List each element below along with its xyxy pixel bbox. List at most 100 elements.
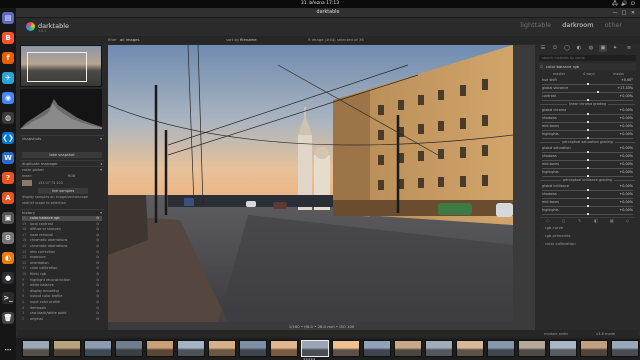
- history-item[interactable]: 7 display encoding ⏻: [22, 289, 102, 294]
- history-item[interactable]: 10 filmic rgb ⏻: [22, 272, 102, 277]
- off-icon[interactable]: ○: [546, 218, 550, 223]
- filmstrip-thumbnail[interactable]: [146, 340, 174, 357]
- filmstrip-thumbnail[interactable]: [518, 340, 546, 357]
- active-modules-icon[interactable]: ⏻: [551, 45, 559, 52]
- quick-access-icon[interactable]: ☰: [539, 45, 547, 52]
- history-item[interactable]: 5 input color profile ⏻: [22, 300, 102, 305]
- presets-menu-icon[interactable]: ≡: [625, 45, 633, 52]
- uniform-icon[interactable]: ◻: [562, 218, 565, 223]
- tone-modules-icon[interactable]: ◐: [575, 45, 583, 52]
- slider-knob[interactable]: [586, 150, 589, 154]
- module-header-color-balance-rgb[interactable]: ⏻ color balance rgb: [539, 63, 636, 70]
- navigation-frame[interactable]: [27, 52, 87, 82]
- obs-icon[interactable]: ●: [2, 272, 14, 284]
- filmstrip-thumbnail[interactable]: [363, 340, 391, 357]
- slider-sliders_linear-1[interactable]: shadows +0.00%: [540, 116, 635, 124]
- add-sample-button[interactable]: live samples: [38, 188, 88, 194]
- chromium-icon[interactable]: ◉: [2, 92, 14, 104]
- system-clock[interactable]: 31. března 17:13: [0, 0, 640, 8]
- drawn-mask-icon[interactable]: ✎: [578, 218, 581, 223]
- history-item[interactable]: 8 white balance ⏻: [22, 283, 102, 288]
- files-icon[interactable]: ▤: [2, 12, 14, 24]
- history-item[interactable]: 4 demosaic ⏻: [22, 306, 102, 311]
- history-item[interactable]: 12 orientation ⏻: [22, 261, 102, 266]
- view-lighttable[interactable]: lighttable: [520, 21, 551, 29]
- image-canvas[interactable]: 1/160 • f/8.0 • 28.0 mm • ISO 100: [108, 45, 535, 330]
- darktable-icon[interactable]: ◍: [2, 112, 14, 124]
- sort-select[interactable]: filename: [240, 36, 257, 44]
- slider-knob[interactable]: [586, 212, 589, 216]
- module-order-value[interactable]: v3.8 mode: [596, 330, 615, 338]
- restrict-scope-checkbox[interactable]: restrict scope to selection: [22, 201, 66, 205]
- slider-knob[interactable]: [586, 196, 589, 200]
- terminal-icon[interactable]: >_: [2, 292, 14, 304]
- trash-icon[interactable]: 🗑: [2, 312, 14, 324]
- slider-sliders_brilliance-2[interactable]: mid-tones +0.00%: [540, 200, 635, 208]
- appstore-icon[interactable]: A: [2, 192, 14, 204]
- slider-knob[interactable]: [586, 136, 589, 140]
- filmstrip-thumbnail[interactable]: [115, 340, 143, 357]
- picker-mode[interactable]: mean: [22, 174, 32, 178]
- system-monitor-icon[interactable]: ▣: [2, 212, 14, 224]
- history-item[interactable]: 14 lens correction ⏻: [22, 250, 102, 255]
- photo-street-scene[interactable]: [108, 45, 513, 322]
- tab-masks[interactable]: masks: [613, 71, 624, 77]
- raster-mask-icon[interactable]: ▦: [610, 218, 614, 223]
- slider-sliders_linear-3[interactable]: highlights +0.00%: [540, 132, 635, 140]
- close-button[interactable]: ✕: [630, 10, 636, 16]
- module-header-collapsed[interactable]: rgb curve: [539, 224, 636, 231]
- history-item[interactable]: 9 highlight reconstruction ⏻: [22, 278, 102, 283]
- filmstrip-thumbnail[interactable]: [487, 340, 515, 357]
- navigation-preview[interactable]: [20, 45, 102, 87]
- history-item[interactable]: 19 local contrast ⏻: [22, 222, 102, 227]
- filmstrip-thumbnail[interactable]: [239, 340, 267, 357]
- help-icon[interactable]: ?: [2, 172, 14, 184]
- settings-icon[interactable]: ⚙: [2, 232, 14, 244]
- brave-icon[interactable]: B: [2, 32, 14, 44]
- filmstrip-thumbnail[interactable]: [177, 340, 205, 357]
- history-item[interactable]: 13 exposure ⏻: [22, 255, 102, 260]
- effect-modules-icon[interactable]: ✦: [611, 45, 619, 52]
- history-item[interactable]: 11 color calibration ⏻: [22, 266, 102, 271]
- history-item[interactable]: 15 chromatic aberrations ⏻: [22, 244, 102, 249]
- show-apps-icon[interactable]: ⋯: [2, 344, 14, 356]
- base-modules-icon[interactable]: ◯: [563, 45, 571, 52]
- writer-icon[interactable]: W: [2, 152, 14, 164]
- slider-knob[interactable]: [586, 128, 589, 132]
- module-order-label[interactable]: module order: [544, 330, 568, 338]
- slider-sliders_top-0[interactable]: hue shift +0.00°: [540, 78, 635, 86]
- view-other[interactable]: other: [605, 21, 622, 29]
- module-header-collapsed[interactable]: color calibration: [539, 240, 636, 247]
- filmstrip-thumbnail[interactable]: [84, 340, 112, 357]
- module-search-input[interactable]: search modules by name: [539, 55, 636, 61]
- slider-sliders_linear-2[interactable]: mid-tones +0.00%: [540, 124, 635, 132]
- slider-sliders_top-2[interactable]: contrast +0.00%: [540, 94, 635, 102]
- slider-knob[interactable]: [586, 82, 589, 86]
- slider-sliders_brilliance-1[interactable]: shadows +0.00%: [540, 192, 635, 200]
- tab-4-ways[interactable]: 4 ways: [583, 71, 595, 77]
- telegram-icon[interactable]: ✈: [2, 72, 14, 84]
- slider-knob[interactable]: [586, 204, 589, 208]
- slider-sliders_top-1[interactable]: global vibrance +17.33%: [540, 86, 635, 94]
- history-item[interactable]: 3 raw black/white point ⏻: [22, 311, 102, 316]
- history-item[interactable]: 16 chromatic aberrations ⏻: [22, 238, 102, 243]
- slider-knob[interactable]: [586, 98, 589, 102]
- filmstrip-thumbnail[interactable]: [394, 340, 422, 357]
- slider-sliders_brilliance-3[interactable]: highlights +0.00%: [540, 208, 635, 216]
- filmstrip-thumbnail[interactable]: [611, 340, 639, 357]
- filmstrip-thumbnail[interactable]: [270, 340, 298, 357]
- filter-select[interactable]: all images: [120, 36, 139, 44]
- window-titlebar[interactable]: darktable — □ ✕: [16, 8, 640, 18]
- slider-sliders_perceptual-2[interactable]: mid-tones +0.00%: [540, 162, 635, 170]
- history-item[interactable]: 6 output color profile ⏻: [22, 294, 102, 299]
- slider-knob[interactable]: [586, 188, 589, 192]
- correct-modules-icon[interactable]: ▣: [599, 45, 607, 52]
- slider-knob[interactable]: [586, 120, 589, 124]
- take-snapshot-button[interactable]: take snapshot: [22, 152, 102, 158]
- slider-knob[interactable]: [586, 112, 589, 116]
- histogram[interactable]: [20, 89, 102, 129]
- filmstrip-thumbnail[interactable]: [549, 340, 577, 357]
- module-header-collapsed[interactable]: rgb primaries: [539, 232, 636, 239]
- firefox-icon[interactable]: f: [2, 52, 14, 64]
- filmstrip-thumbnail[interactable]: [22, 340, 50, 357]
